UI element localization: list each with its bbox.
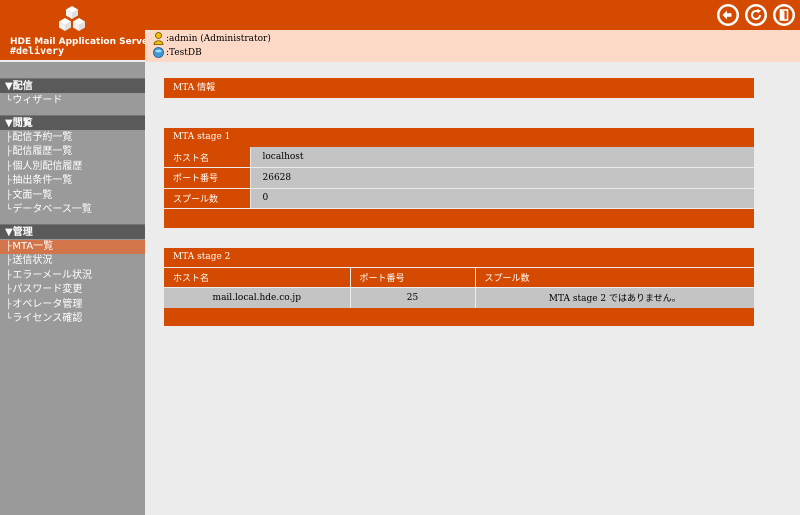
table-row: mail.local.hde.co.jp 25 MTA stage 2 ではあり…: [164, 287, 754, 308]
sidebar-item-license[interactable]: └ライセンス確認: [0, 312, 145, 327]
stage2-footer: [164, 307, 754, 326]
stage2-title: MTA stage 2: [164, 248, 754, 267]
db-info: :TestDB: [153, 47, 202, 58]
app-subtitle: #delivery: [10, 46, 65, 57]
user-icon: [153, 32, 164, 45]
sidebar-section-admin[interactable]: ▼管理: [0, 223, 145, 239]
sidebar: ▼配信 └ウィザード ▼閲覧 ├配信予約一覧 ├配信履歴一覧 ├個人別配信履歴 …: [0, 62, 145, 515]
spool-cell: MTA stage 2 ではありません。: [475, 287, 754, 308]
sidebar-item-password[interactable]: ├パスワード変更: [0, 283, 145, 298]
mta-stage2-panel: MTA stage 2 ホスト名 ポート番号 スプール数 mail.local.…: [164, 248, 754, 326]
sidebar-item-send-status[interactable]: ├送信状況: [0, 254, 145, 269]
main-content: MTA 情報 MTA stage 1 ホスト名 localhost ポート番号 …: [145, 62, 800, 515]
sidebar-section-browse[interactable]: ▼閲覧: [0, 114, 145, 130]
table-row: ホスト名 localhost: [164, 147, 754, 168]
user-info: :admin (Administrator): [153, 32, 271, 45]
back-arrow-icon[interactable]: [717, 4, 739, 26]
table-row: ポート番号 26628: [164, 167, 754, 189]
sidebar-item-error-mail[interactable]: ├エラーメール状況: [0, 269, 145, 284]
db-name: :TestDB: [166, 47, 202, 58]
sidebar-item-reservations[interactable]: ├配信予約一覧: [0, 131, 145, 146]
host-value: localhost: [250, 147, 754, 168]
stage2-table: ホスト名 ポート番号 スプール数 mail.local.hde.co.jp 25…: [164, 267, 754, 308]
column-header-host: ホスト名: [164, 267, 351, 288]
user-info-band: :admin (Administrator) :TestDB: [145, 30, 800, 62]
page-title: MTA 情報: [164, 78, 754, 98]
cubes-logo-icon: [59, 6, 85, 31]
sidebar-item-texts[interactable]: ├文面一覧: [0, 189, 145, 204]
spool-label: スプール数: [164, 188, 251, 209]
user-name: :admin (Administrator): [166, 33, 271, 44]
stage1-table: ホスト名 localhost ポート番号 26628 スプール数 0: [164, 147, 754, 209]
host-label: ホスト名: [164, 147, 251, 168]
database-icon: [153, 47, 164, 58]
column-header-port: ポート番号: [350, 267, 476, 288]
sidebar-item-databases[interactable]: └データベース一覧: [0, 203, 145, 218]
port-cell: 25: [350, 287, 476, 308]
table-header-row: ホスト名 ポート番号 スプール数: [164, 267, 754, 288]
top-toolbar: [717, 4, 795, 26]
stage1-footer: [164, 209, 754, 228]
sidebar-item-conditions[interactable]: ├抽出条件一覧: [0, 174, 145, 189]
sidebar-item-mta-list[interactable]: ├MTA一覧: [0, 239, 145, 254]
stage1-title: MTA stage 1: [164, 128, 754, 147]
spool-value: 0: [250, 188, 754, 209]
mta-info-panel: MTA 情報: [164, 78, 754, 98]
table-row: スプール数 0: [164, 188, 754, 209]
port-label: ポート番号: [164, 167, 251, 189]
logout-door-icon[interactable]: [773, 4, 795, 26]
app-logo: HDE Mail Application Server #delivery: [0, 0, 153, 60]
sidebar-item-personal-history[interactable]: ├個人別配信履歴: [0, 160, 145, 175]
port-value: 26628: [250, 167, 754, 189]
host-cell: mail.local.hde.co.jp: [164, 287, 351, 308]
sidebar-section-delivery[interactable]: ▼配信: [0, 78, 145, 93]
sidebar-item-operators[interactable]: ├オペレータ管理: [0, 298, 145, 313]
sidebar-item-history[interactable]: ├配信履歴一覧: [0, 145, 145, 160]
column-header-spool: スプール数: [475, 267, 754, 288]
refresh-icon[interactable]: [745, 4, 767, 26]
mta-stage1-panel: MTA stage 1 ホスト名 localhost ポート番号 26628 ス…: [164, 128, 754, 228]
sidebar-item-wizard[interactable]: └ウィザード: [0, 94, 145, 109]
